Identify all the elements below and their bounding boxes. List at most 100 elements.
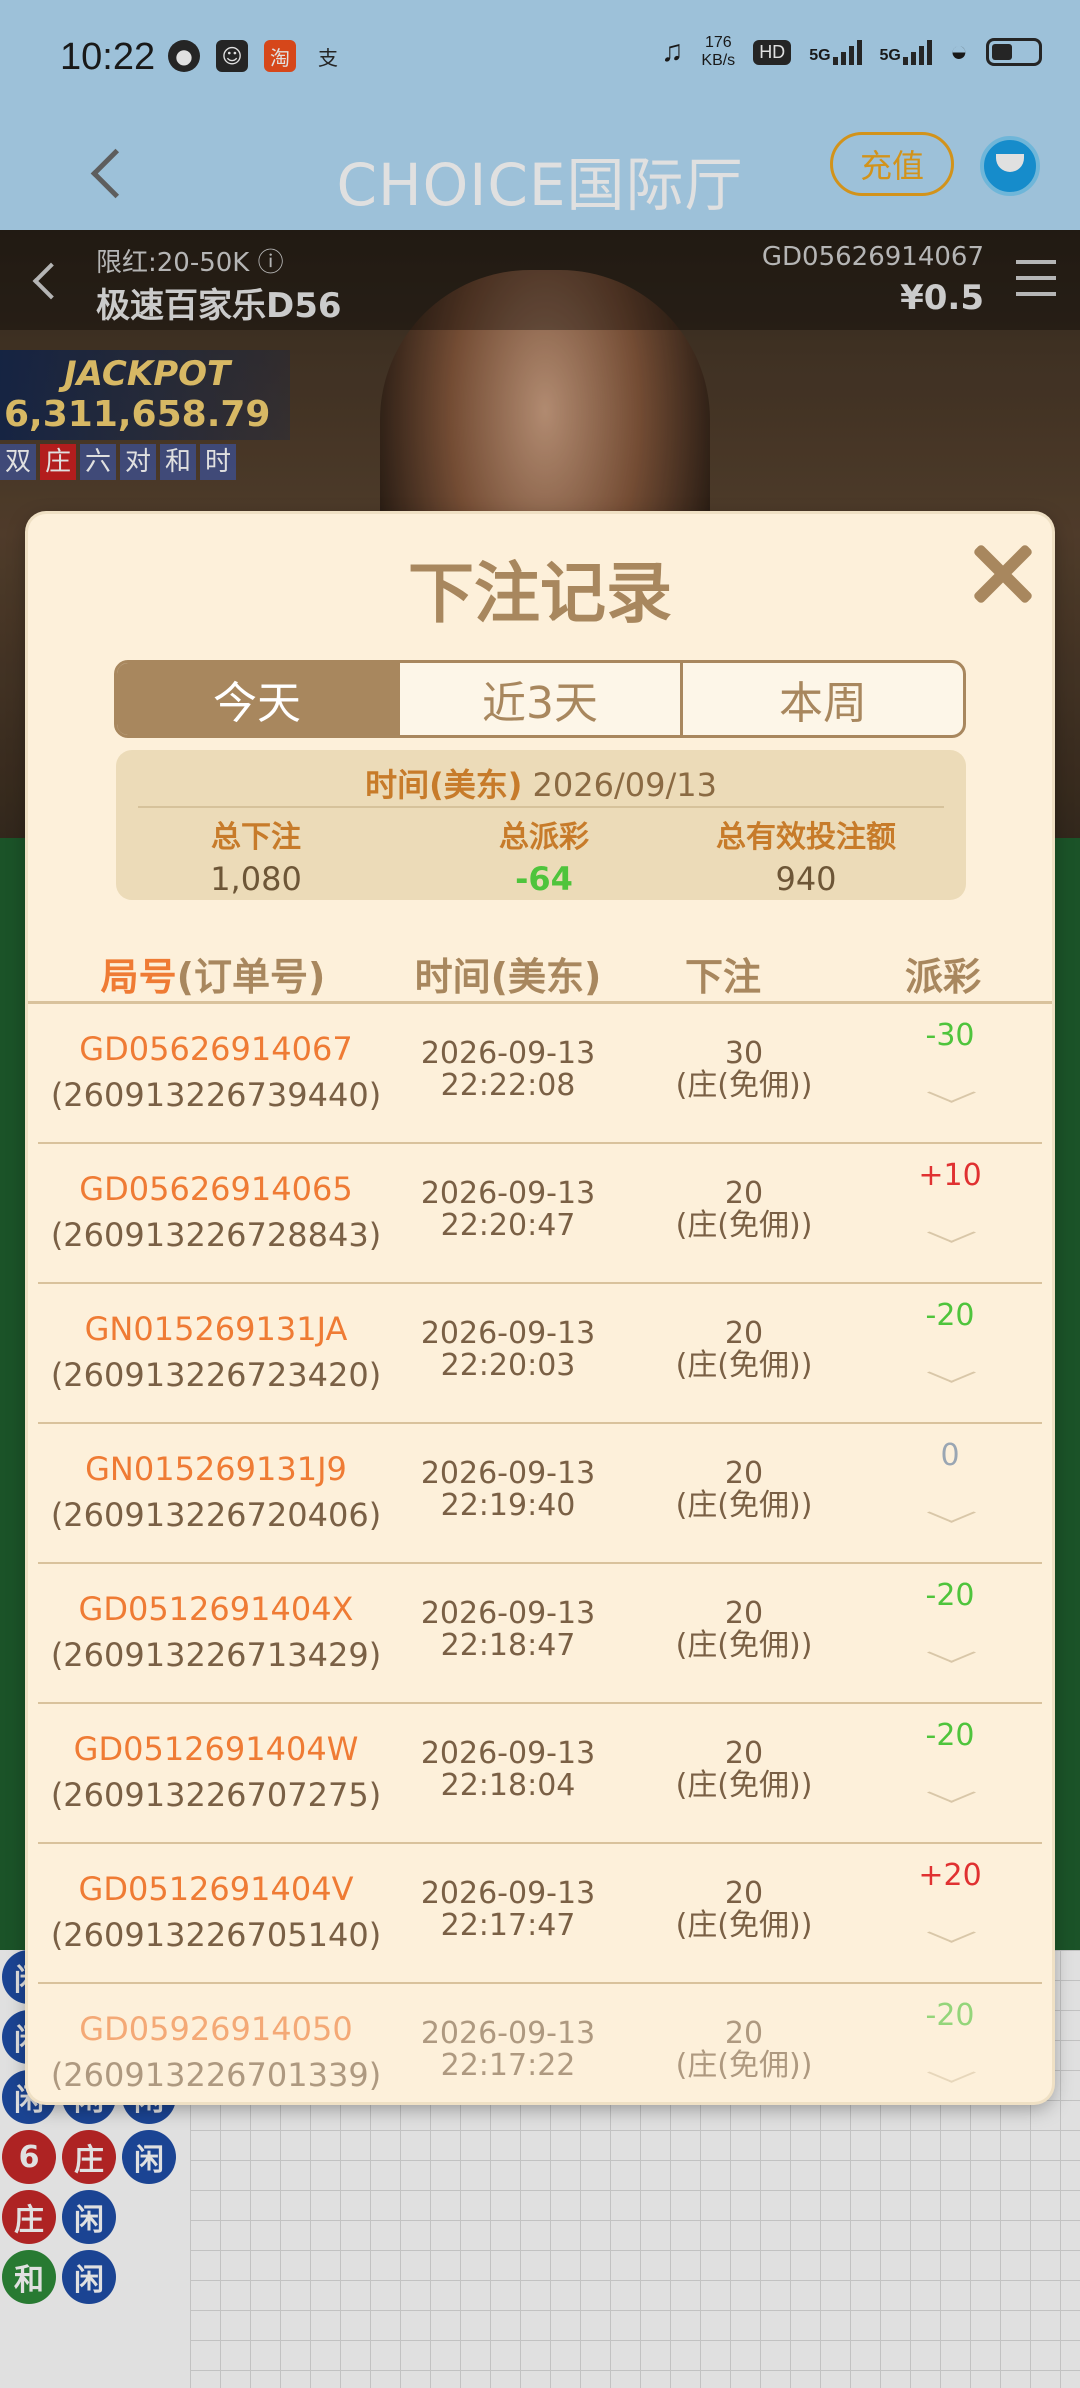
tab-last-3-days[interactable]: 近3天 [400, 663, 683, 735]
order-id: (260913226720406) [50, 1496, 382, 1534]
record-time: 22:20:03 [440, 1348, 576, 1383]
payout: 0 [940, 1438, 960, 1473]
header-payout: 派彩 [904, 955, 981, 999]
record-row[interactable]: GD05626914067 (260913226739440) 2026-09-1… [38, 1004, 1042, 1144]
game-id: GD0512691404V [78, 1870, 354, 1908]
header-id: 局号(订单号) [28, 946, 398, 1001]
record-date: 2026-09-13 [420, 2016, 596, 2051]
order-id: (260913226707275) [50, 1776, 382, 1814]
chevron-down-icon[interactable] [931, 2054, 967, 2090]
header-id-highlight: 局号 [100, 955, 177, 999]
header-id-rest: (订单号) [176, 955, 326, 999]
bet-amount: 20 [724, 1176, 764, 1211]
payout: -20 [925, 1718, 975, 1753]
game-id: GD0512691404X [78, 1590, 354, 1628]
record-date: 2026-09-13 [420, 1316, 596, 1351]
order-id: (260913226723420) [50, 1356, 382, 1394]
bet-history-modal: 下注记录 今天 近3天 本周 时间(美东) 2026/09/13 总下注 1,0… [28, 514, 1052, 2102]
bet-type: (庄(免佣)) [675, 1068, 813, 1103]
payout: -20 [925, 1298, 975, 1333]
record-time: 22:20:47 [440, 1208, 576, 1243]
bet-amount: 20 [724, 1736, 764, 1771]
total-bet-value: 1,080 [210, 860, 302, 898]
record-row[interactable]: GN015269131J9 (260913226720406) 2026-09-1… [38, 1424, 1042, 1564]
header-bet: 下注 [684, 955, 761, 999]
header-time: 时间(美东) [414, 955, 602, 999]
total-bet: 总下注 1,080 [116, 812, 396, 898]
game-id: GN015269131J9 [85, 1450, 347, 1488]
order-id: (260913226701339) [50, 2056, 382, 2094]
record-row[interactable]: GD0512691404X (260913226713429) 2026-09-1… [38, 1564, 1042, 1704]
record-time: 22:22:08 [440, 1068, 576, 1103]
summary-date: 2026/09/13 [532, 766, 717, 804]
bet-amount: 20 [724, 2016, 764, 2051]
game-id: GD05626914067 [79, 1030, 353, 1068]
record-row[interactable]: GD05626914065 (260913226728843) 2026-09-1… [38, 1144, 1042, 1284]
total-payout: 总派彩 -64 [404, 812, 684, 898]
order-id: (260913226739440) [50, 1076, 382, 1114]
game-id: GD05626914065 [79, 1170, 353, 1208]
total-valid-bet: 总有效投注额 940 [656, 812, 956, 898]
summary-time-label: 时间(美东) [365, 766, 523, 804]
chevron-down-icon[interactable] [931, 1914, 967, 1950]
tab-this-week[interactable]: 本周 [683, 663, 963, 735]
record-time: 22:19:40 [440, 1488, 576, 1523]
bet-amount: 30 [724, 1036, 764, 1071]
record-date: 2026-09-13 [420, 1456, 596, 1491]
total-payout-label: 总派彩 [499, 820, 589, 855]
game-id: GN015269131JA [84, 1310, 348, 1348]
summary-time: 时间(美东) 2026/09/13 [116, 760, 966, 806]
record-row[interactable]: GD0512691404W (260913226707275) 2026-09-1… [38, 1704, 1042, 1844]
records-list[interactable]: GD05626914067 (260913226739440) 2026-09-1… [28, 1004, 1052, 2102]
chevron-down-icon[interactable] [931, 1634, 967, 1670]
game-id: GD0512691404W [73, 1730, 359, 1768]
record-date: 2026-09-13 [420, 1876, 596, 1911]
record-time: 22:17:22 [440, 2048, 576, 2083]
close-icon[interactable] [964, 536, 1040, 612]
payout: +20 [918, 1858, 982, 1893]
total-payout-value: -64 [515, 860, 573, 898]
record-date: 2026-09-13 [420, 1736, 596, 1771]
summary-panel: 时间(美东) 2026/09/13 总下注 1,080 总派彩 -64 总有效投… [116, 750, 966, 900]
bet-amount: 20 [724, 1596, 764, 1631]
record-row[interactable]: GD05926914050 (260913226701339) 2026-09-1… [38, 1984, 1042, 2102]
tab-today[interactable]: 今天 [117, 663, 400, 735]
chevron-down-icon[interactable] [931, 1494, 967, 1530]
bet-type: (庄(免佣)) [675, 2048, 813, 2083]
order-id: (260913226705140) [50, 1916, 382, 1954]
chevron-down-icon[interactable] [931, 1214, 967, 1250]
bet-amount: 20 [724, 1876, 764, 1911]
order-id: (260913226713429) [50, 1636, 382, 1674]
payout: +10 [918, 1158, 982, 1193]
chevron-down-icon[interactable] [931, 1774, 967, 1810]
payout: -30 [925, 1018, 975, 1053]
bet-type: (庄(免佣)) [675, 1348, 813, 1383]
order-id: (260913226728843) [50, 1216, 382, 1254]
bet-type: (庄(免佣)) [675, 1768, 813, 1803]
chevron-down-icon[interactable] [931, 1074, 967, 1110]
total-valid-label: 总有效投注额 [716, 820, 896, 855]
payout: -20 [925, 1998, 975, 2033]
bet-type: (庄(免佣)) [675, 1488, 813, 1523]
date-tabs: 今天 近3天 本周 [114, 660, 966, 738]
bet-amount: 20 [724, 1456, 764, 1491]
table-header: 局号(订单号) 时间(美东) 下注 派彩 [28, 938, 1052, 1004]
payout: -20 [925, 1578, 975, 1613]
bet-type: (庄(免佣)) [675, 1628, 813, 1663]
record-time: 22:17:47 [440, 1908, 576, 1943]
summary-divider [138, 806, 944, 808]
modal-title: 下注记录 [408, 555, 672, 632]
total-valid-value: 940 [775, 860, 837, 898]
record-date: 2026-09-13 [420, 1176, 596, 1211]
bet-amount: 20 [724, 1316, 764, 1351]
record-time: 22:18:04 [440, 1768, 576, 1803]
record-time: 22:18:47 [440, 1628, 576, 1663]
record-row[interactable]: GN015269131JA (260913226723420) 2026-09-1… [38, 1284, 1042, 1424]
record-row[interactable]: GD0512691404V (260913226705140) 2026-09-1… [38, 1844, 1042, 1984]
record-date: 2026-09-13 [420, 1596, 596, 1631]
chevron-down-icon[interactable] [931, 1354, 967, 1390]
record-date: 2026-09-13 [420, 1036, 596, 1071]
total-bet-label: 总下注 [211, 820, 301, 855]
bet-type: (庄(免佣)) [675, 1908, 813, 1943]
bet-type: (庄(免佣)) [675, 1208, 813, 1243]
